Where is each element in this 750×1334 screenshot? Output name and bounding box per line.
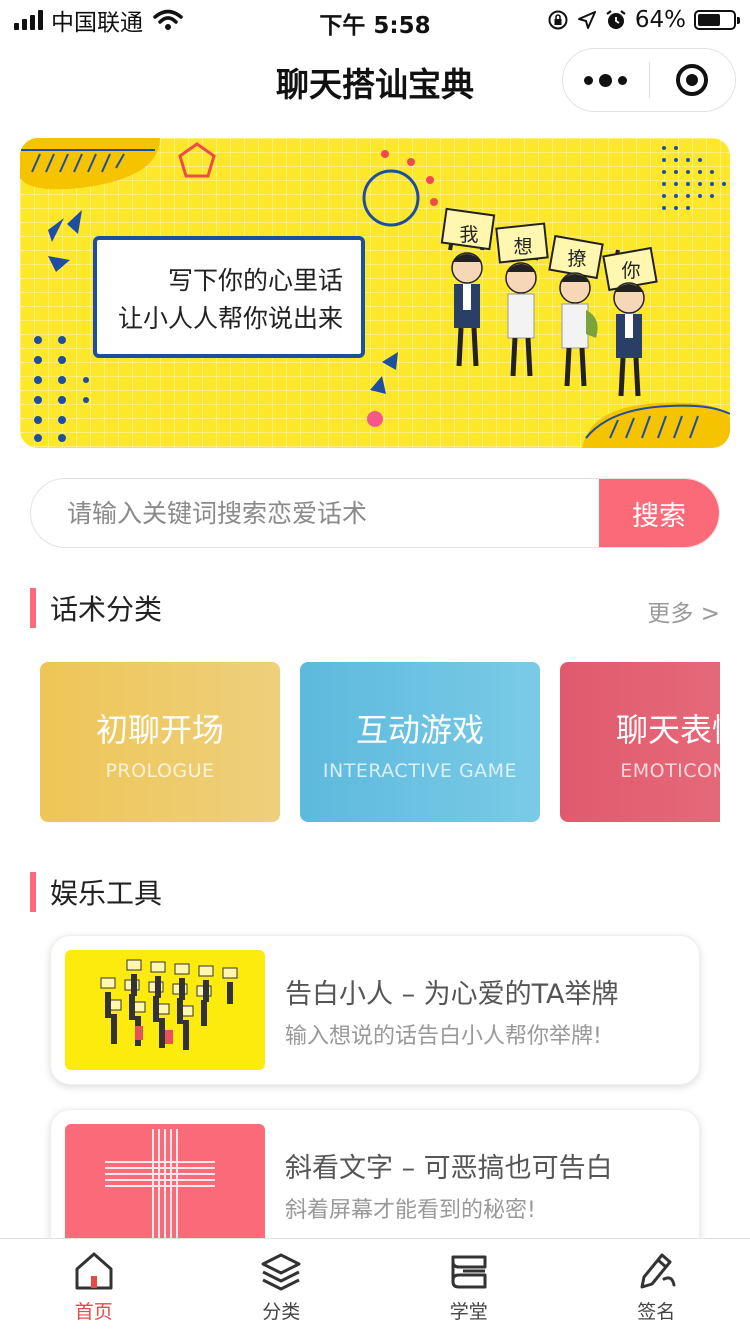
battery-fill (698, 14, 720, 26)
category-subtitle: PROLOGUE (105, 760, 215, 782)
close-target-icon (676, 64, 709, 96)
tab-label: 分类 (262, 1301, 301, 1323)
search-input[interactable] (67, 479, 587, 547)
category-subtitle: EMOTICONS (620, 760, 720, 782)
category-title: 互动游戏 (355, 711, 484, 749)
menu-capsule (562, 48, 736, 112)
tool-card[interactable]: 斜看文字 – 可恶搞也可告白 斜着屏幕才能看到的秘密! (50, 1109, 700, 1259)
banner[interactable]: 我 想 撩 你 写下你的心里话 让小人人帮你说出来 (20, 138, 730, 448)
layers-icon (261, 1253, 301, 1291)
tool-thumbnail (65, 950, 265, 1070)
more-icon (584, 75, 594, 85)
section-accent-bar (30, 588, 36, 628)
section-title: 娱乐工具 (50, 877, 163, 910)
crowd-illustration (100, 959, 238, 1050)
banner-line-2: 让小人人帮你说出来 (117, 304, 343, 333)
close-button[interactable] (650, 48, 736, 112)
tool-thumbnail (65, 1124, 265, 1244)
tool-title: 斜看文字 – 可恶搞也可告白 (285, 1153, 613, 1184)
orientation-lock-icon (548, 10, 568, 30)
tool-description: 斜着屏幕才能看到的秘密! (285, 1198, 536, 1223)
skew-text-illustration (105, 1129, 215, 1239)
battery-percent: 64% (634, 7, 686, 33)
pen-icon (640, 1253, 676, 1289)
tab-category[interactable]: 分类 (188, 1239, 376, 1334)
sign-char-4: 你 (621, 260, 640, 282)
status-right: 64% (547, 6, 740, 34)
category-card[interactable]: 互动游戏 INTERACTIVE GAME (300, 662, 540, 822)
sign-char-1: 我 (459, 224, 478, 246)
battery-icon (694, 10, 740, 30)
category-carousel[interactable]: 初聊开场 PROLOGUE 互动游戏 INTERACTIVE GAME 聊天表情… (40, 662, 720, 822)
tab-label: 首页 (74, 1301, 113, 1323)
book-icon (451, 1255, 487, 1289)
sign-char-2: 想 (513, 236, 532, 258)
more-link[interactable]: 更多 > (647, 594, 720, 628)
banner-line-1: 写下你的心里话 (167, 266, 343, 295)
alarm-icon (606, 10, 626, 29)
tab-school[interactable]: 学堂 (375, 1239, 563, 1334)
search-bar: 搜索 (30, 478, 720, 548)
tool-card[interactable]: 告白小人 – 为心爱的TA举牌 输入想说的话告白小人帮你举牌! (50, 935, 700, 1085)
location-icon (577, 11, 596, 29)
section-accent-bar (30, 872, 36, 912)
tab-label: 签名 (637, 1301, 676, 1323)
category-subtitle: INTERACTIVE GAME (322, 760, 518, 782)
category-card[interactable]: 初聊开场 PROLOGUE (40, 662, 280, 822)
category-title: 聊天表情 (615, 711, 720, 749)
category-card[interactable]: 聊天表情 EMOTICONS (560, 662, 720, 822)
tab-home[interactable]: 首页 (0, 1239, 188, 1334)
sign-char-3: 撩 (567, 248, 586, 270)
home-icon (75, 1252, 113, 1290)
banner-message-box: 写下你的心里话 让小人人帮你说出来 (93, 236, 365, 358)
tool-description: 输入想说的话告白小人帮你举牌! (285, 1024, 602, 1049)
section-header-categories: 话术分类 (30, 588, 162, 628)
tab-bar: 首页 分类 学堂 签名 (0, 1238, 750, 1334)
search-button[interactable]: 搜索 (599, 479, 719, 547)
tab-signature[interactable]: 签名 (563, 1239, 750, 1334)
tab-label: 学堂 (449, 1301, 488, 1323)
status-bar: 中国联通 下午 5:58 64% (0, 0, 750, 40)
tool-title: 告白小人 – 为心爱的TA举牌 (285, 979, 619, 1010)
category-title: 初聊开场 (95, 711, 224, 749)
section-title: 话术分类 (50, 593, 163, 626)
more-button[interactable] (563, 48, 649, 112)
section-header-tools: 娱乐工具 (30, 872, 162, 912)
